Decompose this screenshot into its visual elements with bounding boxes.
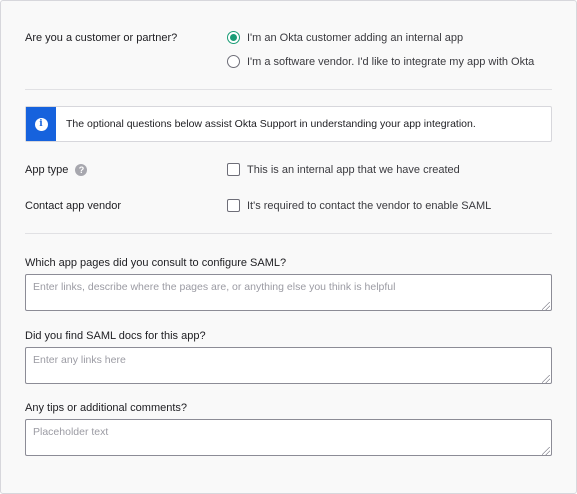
comments-textarea[interactable] — [25, 419, 552, 456]
saml-questionnaire-panel: Are you a customer or partner? I'm an Ok… — [0, 0, 577, 494]
question-label: Any tips or additional comments? — [25, 402, 188, 414]
radio-software-vendor[interactable]: I'm a software vendor. I'd like to integ… — [227, 55, 534, 68]
contact-vendor-label: Contact app vendor — [25, 200, 122, 212]
info-icon: i — [34, 117, 48, 131]
checkbox-contact-vendor[interactable]: It's required to contact the vendor to e… — [227, 199, 491, 212]
radio-software-vendor-label: I'm a software vendor. I'd like to integ… — [247, 55, 535, 68]
radio-okta-customer[interactable]: I'm an Okta customer adding an internal … — [227, 31, 463, 44]
question-label: Which app pages did you consult to confi… — [25, 257, 287, 269]
checkbox-internal-app-label: This is an internal app that we have cre… — [247, 163, 460, 176]
customer-partner-label: Are you a customer or partner? — [25, 32, 178, 44]
radio-okta-customer-label: I'm an Okta customer adding an internal … — [247, 31, 464, 44]
checkbox-contact-vendor-label: It's required to contact the vendor to e… — [247, 199, 492, 212]
radio-unchecked-icon[interactable] — [227, 55, 240, 68]
saml-pages-textarea[interactable] — [25, 274, 552, 311]
saml-docs-textarea[interactable] — [25, 347, 552, 384]
info-banner-text: The optional questions below assist Okta… — [66, 118, 476, 130]
app-type-label-group: App type ? — [25, 164, 88, 177]
checkbox-internal-app[interactable]: This is an internal app that we have cre… — [227, 163, 460, 176]
help-icon[interactable]: ? — [75, 164, 88, 177]
divider — [25, 233, 552, 234]
checkbox-internal-app-box[interactable] — [227, 163, 240, 176]
radio-checked-icon[interactable] — [227, 31, 240, 44]
divider — [25, 89, 552, 90]
info-banner-bar: i — [26, 107, 56, 141]
app-type-label: App type — [25, 164, 69, 176]
question-label: Did you find SAML docs for this app? — [25, 330, 206, 342]
info-banner: i The optional questions below assist Ok… — [25, 106, 552, 142]
checkbox-contact-vendor-box[interactable] — [227, 199, 240, 212]
